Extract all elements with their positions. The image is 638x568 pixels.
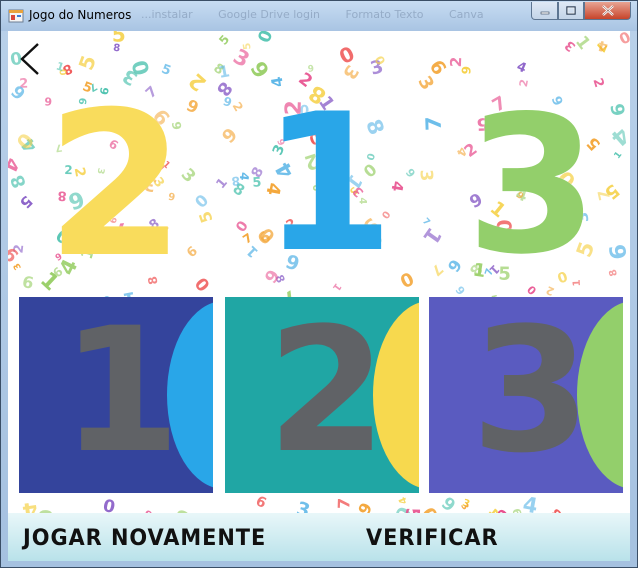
- verify-button[interactable]: VERIFICAR: [366, 525, 499, 551]
- decorative-number: 7: [428, 260, 446, 278]
- decorative-number: 0: [190, 274, 213, 296]
- decorative-number: 5: [111, 31, 126, 47]
- minimize-button[interactable]: [531, 2, 558, 20]
- decorative-number: 0: [191, 190, 212, 211]
- decorative-number: 3: [416, 169, 437, 182]
- decorative-number: 3: [458, 502, 470, 513]
- decorative-number: 1: [613, 150, 625, 161]
- background-tab: ...instalar: [141, 8, 193, 21]
- decorative-number: 6: [21, 272, 36, 293]
- decorative-number: 9: [218, 124, 242, 148]
- background-tab: Formato Texto: [345, 8, 424, 21]
- title-bar[interactable]: Jogo do Numeros ...instalar Google Drive…: [1, 1, 637, 31]
- decorative-number: 7: [422, 116, 446, 131]
- decorative-number: 2: [184, 68, 211, 96]
- background-tab: Canva: [449, 8, 484, 21]
- decorative-number: 0: [231, 217, 250, 234]
- decorative-number: 8: [8, 172, 31, 191]
- close-icon: [601, 5, 614, 16]
- decorative-number: 0: [397, 269, 417, 293]
- decorative-number: 0: [616, 31, 630, 49]
- decorative-number: 0: [254, 31, 277, 46]
- minimize-icon: [540, 11, 549, 14]
- maximize-button[interactable]: [558, 2, 584, 20]
- decorative-number: 1: [214, 175, 231, 192]
- tile-digit: 3: [471, 297, 591, 491]
- number-tile-1[interactable]: 1: [19, 297, 213, 493]
- decorative-number: 4: [596, 37, 610, 55]
- tile-digit: 2: [267, 297, 387, 491]
- play-again-button[interactable]: JOGAR NOVAMENTE: [23, 525, 266, 551]
- decorative-number: 5: [195, 209, 217, 226]
- decorative-number: 9: [603, 243, 630, 262]
- decorative-number: 5: [242, 42, 254, 50]
- maximize-icon: [566, 6, 576, 15]
- decorative-number: 5: [252, 175, 262, 190]
- decorative-number: 6: [439, 492, 461, 515]
- decorative-number: 6: [184, 95, 202, 117]
- close-button[interactable]: [584, 2, 631, 20]
- decorative-number: 8: [231, 174, 241, 189]
- app-form-icon: [8, 9, 24, 23]
- number-tile-2[interactable]: 2: [225, 297, 419, 493]
- window-title: Jogo do Numeros: [29, 8, 132, 22]
- decorative-number: 1: [418, 223, 446, 249]
- target-digit: 3: [466, 75, 599, 296]
- decorative-number: 7: [334, 498, 353, 510]
- target-digit: 1: [262, 73, 395, 294]
- decorative-number: 3: [12, 261, 24, 271]
- number-tile-3[interactable]: 3: [429, 297, 623, 493]
- decorative-number: 1: [571, 32, 594, 53]
- decorative-number: 4: [606, 122, 630, 151]
- chevron-left-icon[interactable]: [16, 41, 44, 77]
- background-tab: Google Drive login: [218, 8, 321, 21]
- decorative-number: 0: [12, 129, 39, 155]
- target-digit: 2: [46, 69, 186, 302]
- decorative-number: 4: [514, 59, 528, 76]
- game-canvas: 0011436042930808836723567059368102560323…: [8, 31, 630, 561]
- decorative-number: 6: [253, 493, 269, 512]
- decorative-number: 8: [608, 268, 620, 278]
- tile-digit: 1: [61, 297, 181, 491]
- background-tabs: ...instalar Google Drive login Formato T…: [141, 8, 506, 21]
- app-window: Jogo do Numeros ...instalar Google Drive…: [0, 0, 638, 568]
- decorative-number: 9: [444, 256, 466, 276]
- decorative-number: 4: [8, 154, 23, 175]
- decorative-number: 5: [16, 192, 36, 212]
- decorative-number: 9: [605, 102, 628, 118]
- decorative-number: 5: [216, 32, 232, 47]
